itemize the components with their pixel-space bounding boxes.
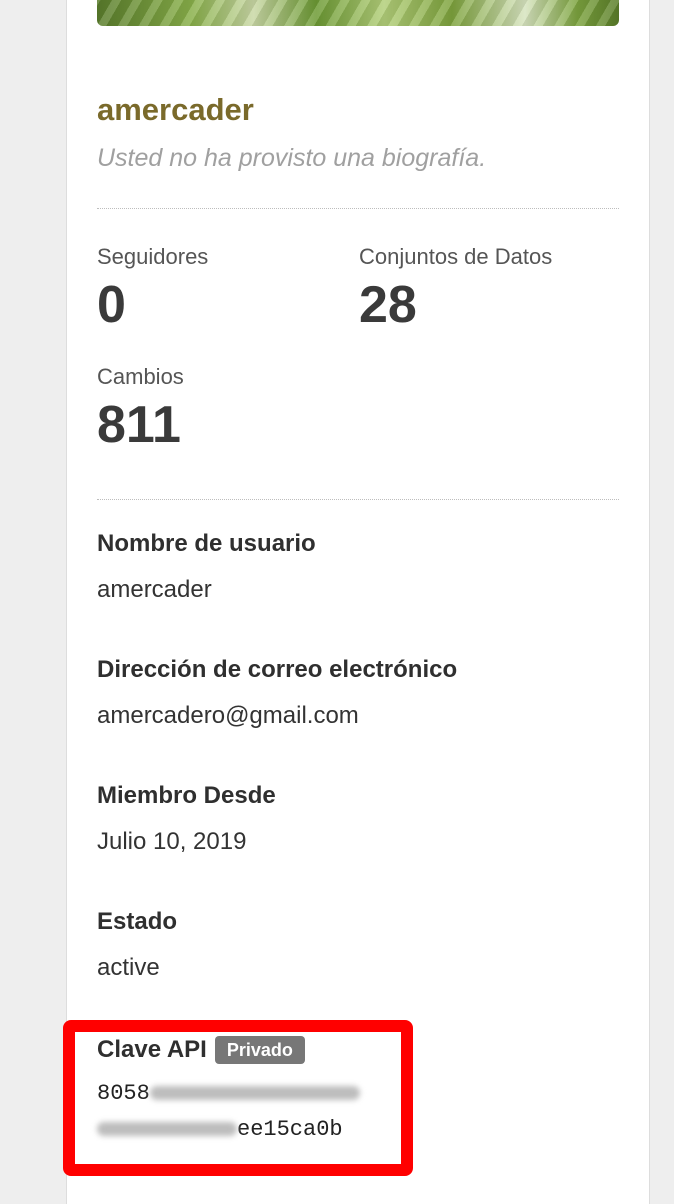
api-key-label: Clave API: [97, 1036, 207, 1063]
api-key-value[interactable]: 8058 ee15ca0b: [97, 1076, 387, 1148]
api-key-redacted-2: [97, 1122, 237, 1137]
field-email-label: Dirección de correo electrónico: [97, 656, 458, 683]
stat-edits-label: Cambios: [97, 364, 184, 389]
api-key-redacted-1: [149, 1086, 360, 1101]
stat-followers-label: Seguidores: [97, 244, 209, 269]
stat-followers: Seguidores 0: [97, 243, 208, 335]
api-key-header: Clave API Privado: [97, 1034, 305, 1066]
field-member-since: Miembro Desde Julio 10, 2019: [97, 780, 276, 858]
stat-datasets: Conjuntos de Datos 28: [359, 243, 552, 335]
private-badge: Privado: [214, 1036, 305, 1064]
profile-stats: Seguidores 0 Conjuntos de Datos 28 Cambi…: [97, 209, 619, 499]
stat-edits-value: 811: [97, 396, 181, 454]
field-username-value: amercader: [97, 576, 212, 603]
field-member-since-value: Julio 10, 2019: [97, 828, 247, 855]
api-key-suffix: ee15ca0b: [237, 1117, 343, 1142]
field-state-label: Estado: [97, 908, 178, 935]
stat-datasets-value: 28: [359, 276, 417, 334]
stat-edits: Cambios 811: [97, 363, 184, 455]
stat-followers-value: 0: [97, 276, 126, 334]
profile-content: amercader Usted no ha provisto una biogr…: [97, 90, 619, 500]
field-username-label: Nombre de usuario: [97, 530, 316, 557]
stat-datasets-label: Conjuntos de Datos: [359, 244, 553, 269]
profile-username-heading: amercader: [97, 92, 254, 127]
api-key-prefix: 8058: [97, 1081, 150, 1106]
field-email: Dirección de correo electrónico amercade…: [97, 654, 457, 732]
field-state: Estado active: [97, 906, 177, 984]
field-state-value: active: [97, 954, 160, 981]
divider-bottom: [97, 499, 619, 500]
profile-bio: Usted no ha provisto una biografía.: [97, 144, 487, 172]
field-email-value: amercadero@gmail.com: [97, 702, 359, 729]
field-username: Nombre de usuario amercader: [97, 528, 316, 606]
field-member-since-label: Miembro Desde: [97, 782, 276, 809]
profile-image: [97, 0, 619, 26]
profile-panel: amercader Usted no ha provisto una biogr…: [63, 0, 650, 1204]
